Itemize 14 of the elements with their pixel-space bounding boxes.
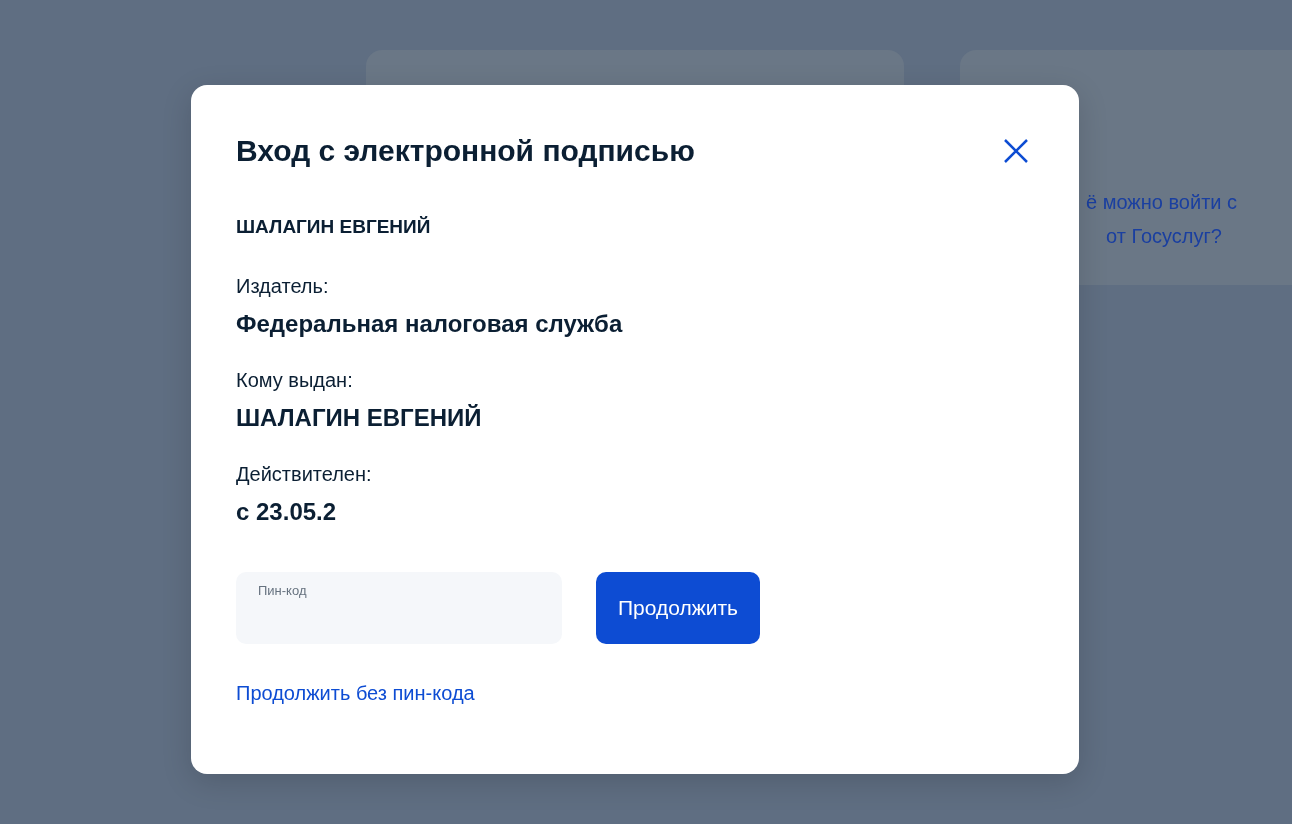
close-icon[interactable] (1003, 138, 1029, 164)
field-label: Издатель: (236, 275, 330, 296)
pin-field[interactable]: Пин-код (236, 571, 562, 644)
card-text: ё можно войти с (1085, 190, 1238, 215)
field-value: Федеральная налоговая служба (236, 311, 624, 336)
field-value: с 23.05.2 (236, 499, 338, 524)
skip-pin-link[interactable]: Продолжить без пин-кода (236, 681, 475, 704)
field-value: ШАЛАГИН ЕВГЕНИЙ (236, 405, 483, 430)
modal-title: Вход с электронной подписью (236, 133, 695, 169)
field-label: Действителен: (236, 463, 373, 484)
continue-button[interactable]: Продолжить (596, 571, 761, 644)
card-text: от Госуслуг? (1105, 224, 1223, 249)
field-label: Кому выдан: (236, 369, 354, 390)
certificate-name: ШАЛАГИН ЕВГЕНИЙ (236, 215, 432, 239)
